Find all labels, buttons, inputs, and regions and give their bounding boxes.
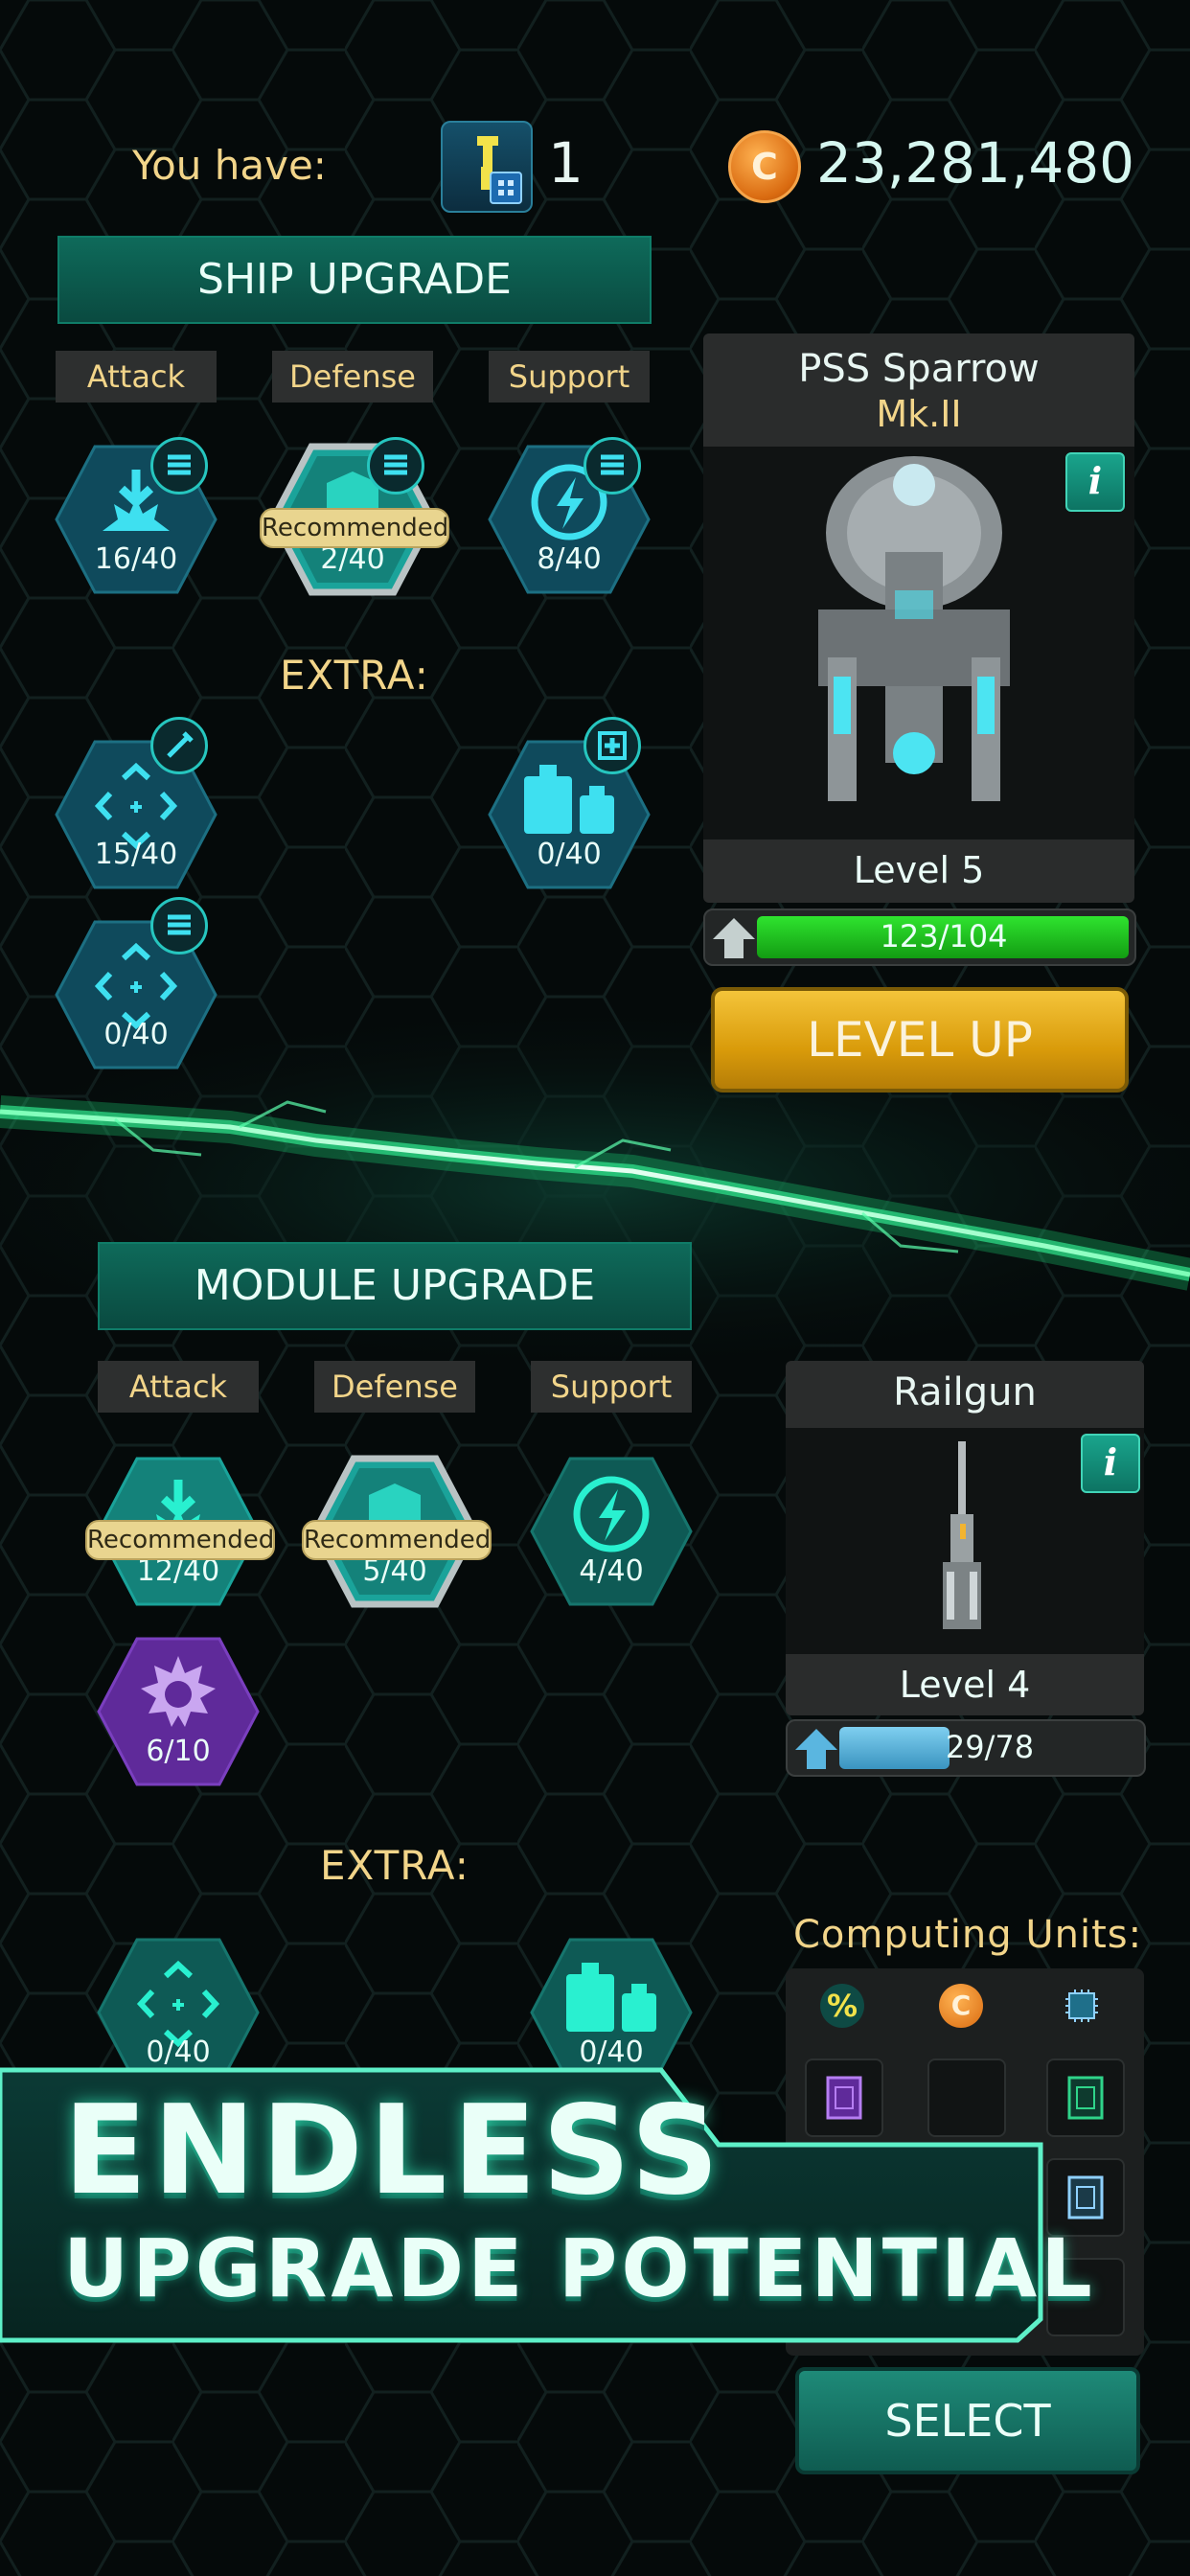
module-level: Level 4 <box>899 1664 1031 1706</box>
level-up-button[interactable]: LEVEL UP <box>711 987 1129 1092</box>
tab-defense[interactable]: Defense <box>272 351 433 402</box>
recommended-badge: Recommended <box>260 508 449 548</box>
banner-headline: ENDLESS <box>63 2080 725 2222</box>
coin-icon: C <box>728 130 801 203</box>
upgrade-list-icon <box>150 437 208 494</box>
ship-attack-skill[interactable]: 16/40 <box>55 437 217 596</box>
ship-variant: Mk.II <box>876 393 962 435</box>
upgrade-list-icon <box>367 437 424 494</box>
recommended-badge: Recommended <box>302 1520 492 1560</box>
tab-defense[interactable]: Defense <box>314 1361 475 1413</box>
select-button[interactable]: SELECT <box>795 2367 1140 2474</box>
skill-count: 8/40 <box>537 542 602 576</box>
tab-attack[interactable]: Attack <box>56 351 217 402</box>
tab-support[interactable]: Support <box>489 351 650 402</box>
pilot-count: 1 <box>548 130 584 196</box>
module-xp-text: 29/78 <box>945 1729 1035 1765</box>
medkit-icon <box>584 717 641 774</box>
skill-count: 4/40 <box>579 1554 644 1588</box>
skill-count: 16/40 <box>94 542 178 576</box>
ship-support-skill[interactable]: 8/40 <box>488 437 651 596</box>
cu-slot-green[interactable] <box>1046 2058 1125 2137</box>
skill-count: 0/40 <box>537 838 602 871</box>
ship-extra-label: EXTRA: <box>280 652 429 699</box>
coin-icon[interactable]: C <box>939 1984 983 2028</box>
ship-info-button[interactable]: i <box>1065 452 1125 512</box>
ship-card: PSS Sparrow Mk.II i Level 5 <box>703 334 1134 903</box>
upgrade-list-icon <box>584 437 641 494</box>
ship-level: Level 5 <box>853 849 985 891</box>
coin-balance: 23,281,480 <box>816 130 1135 196</box>
ship-xp-bar: 123/104 <box>703 908 1136 966</box>
module-attack-skill[interactable]: 12/40 Recommended <box>85 1455 275 1608</box>
skill-count: 0/40 <box>103 1018 169 1051</box>
ship-extra-skill-1[interactable]: 15/40 <box>55 717 217 891</box>
module-defense-skill[interactable]: 5/40 Recommended <box>302 1455 492 1608</box>
percent-icon[interactable]: % <box>820 1984 864 2028</box>
arrow-up-icon <box>795 1729 837 1769</box>
tab-support[interactable]: Support <box>531 1361 692 1413</box>
ship-extra-skill-3[interactable]: 0/40 <box>55 897 217 1071</box>
skill-count: 15/40 <box>94 838 178 871</box>
module-support-skill[interactable]: 4/40 <box>530 1455 693 1608</box>
ship-xp-text: 123/104 <box>880 918 1008 954</box>
tab-attack[interactable]: Attack <box>98 1361 259 1413</box>
arrow-up-icon <box>713 918 755 958</box>
pilot-token-icon <box>441 121 533 213</box>
ship-name: PSS Sparrow <box>798 347 1040 391</box>
green-chip-icon <box>1067 2076 1104 2120</box>
skill-count: 6/10 <box>146 1735 211 1768</box>
banner-subheadline: UPGRADE POTENTIAL <box>63 2221 1096 2315</box>
syringe-icon <box>150 717 208 774</box>
ship-extra-skill-2[interactable]: 0/40 <box>488 717 651 891</box>
ship-defense-skill[interactable]: 2/40 Recommended <box>260 437 449 596</box>
module-upgrade-title: MODULE UPGRADE <box>98 1242 692 1330</box>
module-info-button[interactable]: i <box>1081 1434 1140 1493</box>
ship-upgrade-title: SHIP UPGRADE <box>57 236 652 324</box>
chip-icon[interactable] <box>1060 1984 1104 2028</box>
module-special-skill[interactable]: 6/10 <box>97 1635 260 1788</box>
computing-units-title: Computing Units: <box>793 1913 1143 1957</box>
module-extra-label: EXTRA: <box>320 1842 469 1889</box>
module-xp-bar: 29/78 <box>786 1719 1146 1777</box>
upgrade-list-icon <box>150 897 208 954</box>
recommended-badge: Recommended <box>85 1520 275 1560</box>
module-card: Railgun i Level 4 <box>786 1361 1144 1715</box>
module-name: Railgun <box>893 1370 1037 1414</box>
you-have-label: You have: <box>132 142 327 189</box>
